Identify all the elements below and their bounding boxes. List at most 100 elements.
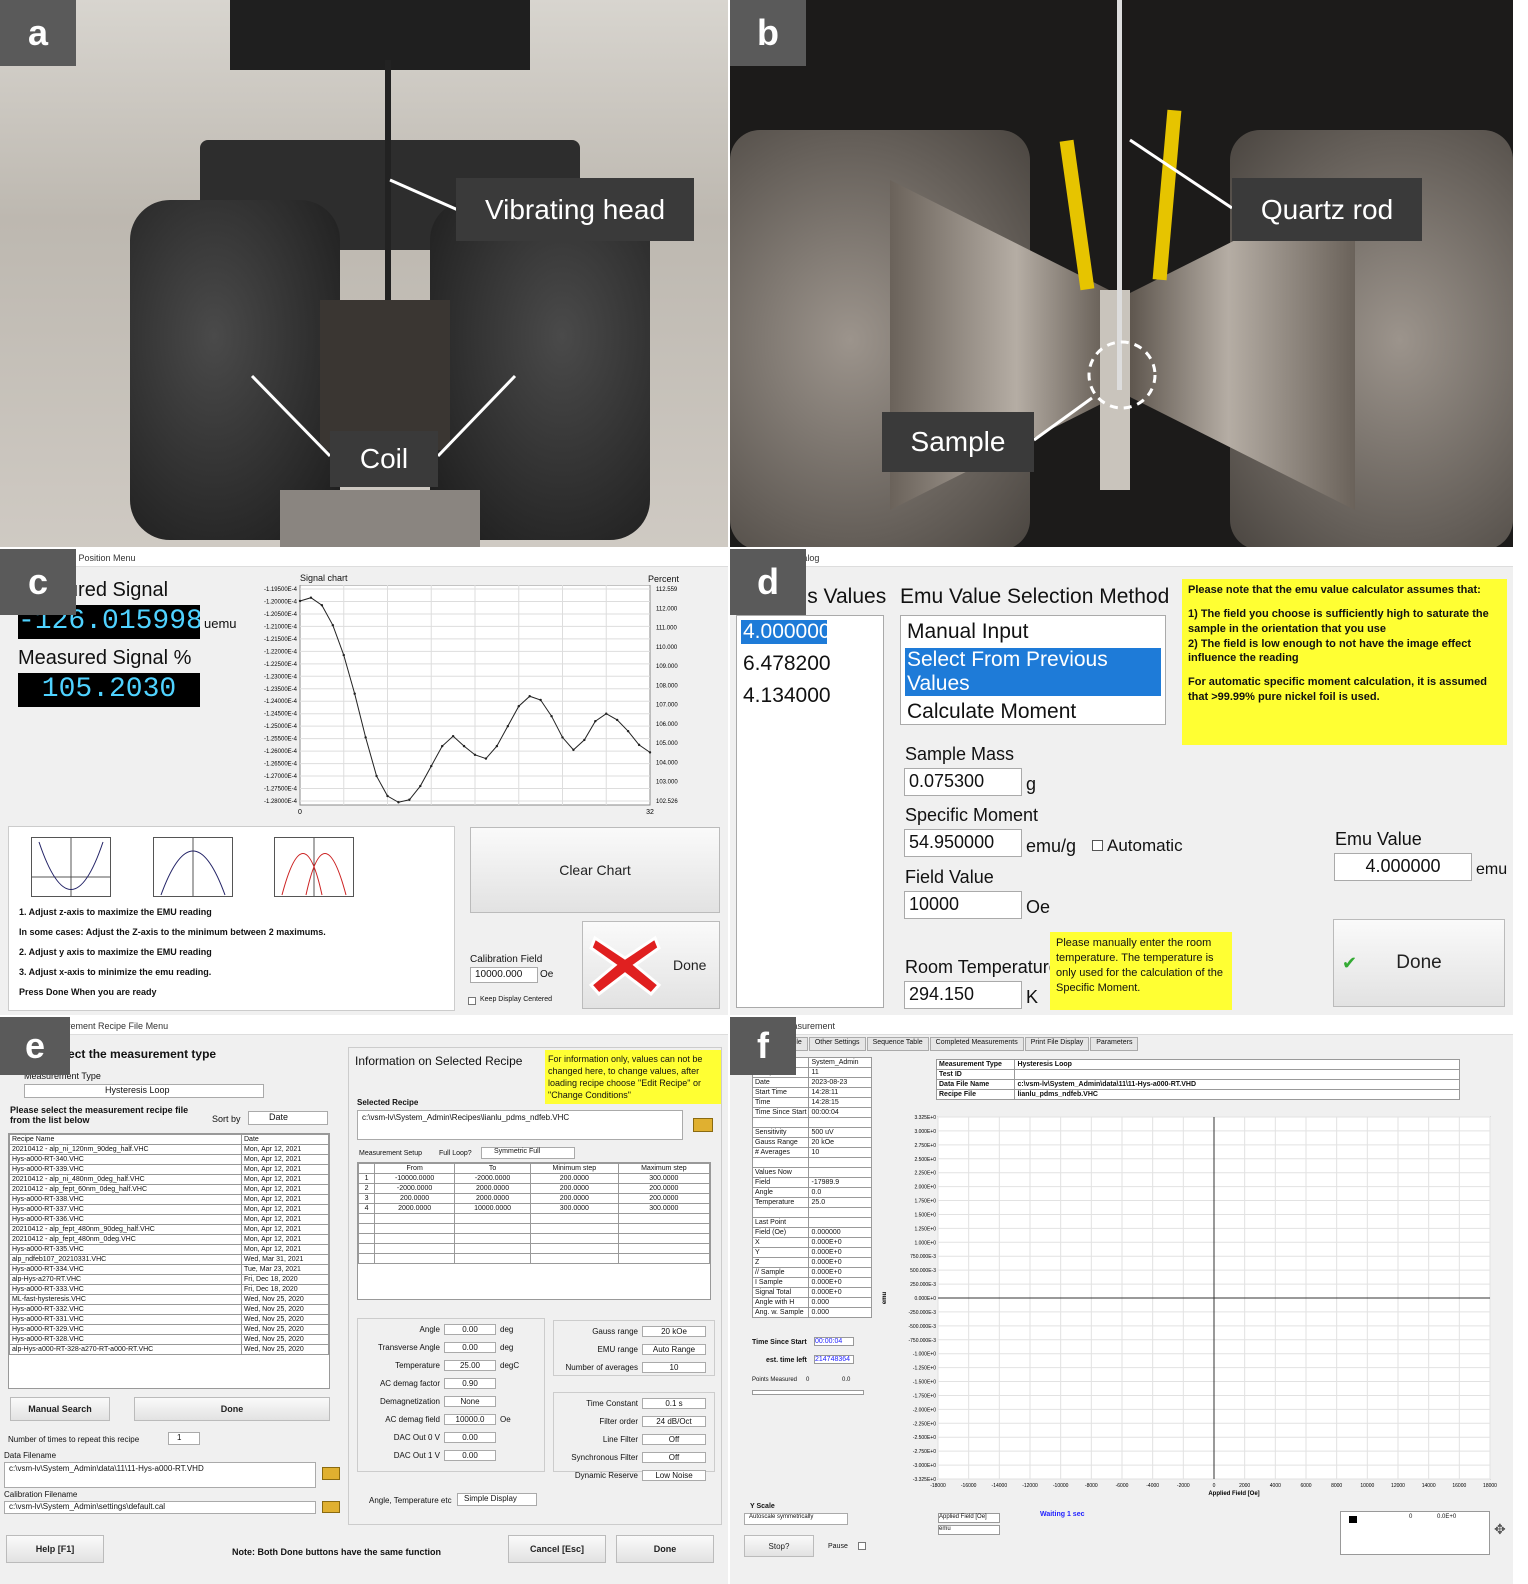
- folder-icon[interactable]: [322, 1467, 340, 1480]
- header-value: c:\vsm-lv\System_Admin\data\11\11-Hys-a0…: [1014, 1079, 1460, 1090]
- param-value: 0.00: [444, 1323, 496, 1335]
- tab-completed-measurements[interactable]: Completed Measurements: [929, 1037, 1024, 1051]
- table-row[interactable]: 20210412 - alp_fept_480nm_90deg_half.VHC…: [9, 1224, 329, 1235]
- left-tick-label: -1.23500E-4: [264, 687, 298, 693]
- method-select-previous[interactable]: Select From Previous Values: [905, 648, 1161, 696]
- emu-value-input[interactable]: 4.000000: [1334, 853, 1472, 881]
- field-value-input[interactable]: 10000: [904, 891, 1022, 919]
- done-button-label: Done: [673, 957, 707, 973]
- done-button[interactable]: ✔ Done: [1333, 919, 1505, 1007]
- data-filename-input[interactable]: c:\vsm-lv\System_Admin\data\11\11-Hys-a0…: [4, 1462, 316, 1488]
- field-value-unit: Oe: [1026, 897, 1051, 917]
- table-row[interactable]: 20210412 - alp_fept_60nm_0deg_half.VHC Mo…: [9, 1184, 329, 1195]
- segment-cell: -2000.0000: [374, 1183, 456, 1194]
- table-row[interactable]: Hys-a000-RT-334.VHC Tue, Mar 23, 2021: [9, 1264, 329, 1275]
- recipe-date: Wed, Nov 25, 2020: [241, 1314, 329, 1325]
- param-label: Number of averages: [565, 1362, 638, 1372]
- tab-sequence-table[interactable]: Sequence Table: [866, 1037, 929, 1051]
- info-note: For information only, values can not be …: [545, 1050, 721, 1104]
- table-row[interactable]: Hys-a000-RT-340.VHC Mon, Apr 12, 2021: [9, 1154, 329, 1165]
- table-row[interactable]: 20210412 - alp_ni_120nm_90deg_half.VHC Mo…: [9, 1144, 329, 1155]
- help-button[interactable]: Help [F1]: [6, 1535, 104, 1563]
- table-row[interactable]: ML-fast-hysteresis.VHC Wed, Nov 25, 2020: [9, 1294, 329, 1305]
- table-row[interactable]: Hys-a000-RT-336.VHC Mon, Apr 12, 2021: [9, 1214, 329, 1225]
- stop-button[interactable]: Stop?: [744, 1535, 814, 1557]
- previous-values-list[interactable]: 4.000000 6.478200 4.134000: [736, 615, 884, 1008]
- parabola-up-icon: [31, 837, 111, 897]
- calibration-field-input[interactable]: 10000.000: [470, 967, 538, 983]
- table-row[interactable]: Hys-a000-RT-333.VHC Fri, Dec 18, 2020: [9, 1284, 329, 1295]
- legend-y: emu: [938, 1525, 1000, 1535]
- selected-recipe-input[interactable]: c:\vsm-lv\System_Admin\Recipes\lianlu_pd…: [357, 1110, 683, 1140]
- table-row[interactable]: Hys-a000-RT-331.VHC Wed, Nov 25, 2020: [9, 1314, 329, 1325]
- table-row[interactable]: 20210412 - alp_ni_480nm_0deg_half.VHC Mon…: [9, 1174, 329, 1185]
- segment-cell: [357, 1213, 376, 1224]
- table-row[interactable]: Hys-a000-RT-337.VHC Mon, Apr 12, 2021: [9, 1204, 329, 1215]
- table-row[interactable]: Hys-a000-RT-328.VHC Wed, Nov 25, 2020: [9, 1334, 329, 1345]
- segment-cell: 200.0000: [617, 1183, 711, 1194]
- table-row[interactable]: Hys-a000-RT-332.VHC Wed, Nov 25, 2020: [9, 1304, 329, 1315]
- table-row[interactable]: Hys-a000-RT-335.VHC Mon, Apr 12, 2021: [9, 1244, 329, 1255]
- info-value: 0.0: [808, 1187, 872, 1198]
- calibration-filename-input[interactable]: c:\vsm-lv\System_Admin\settings\default.…: [4, 1501, 316, 1514]
- window-title: Emu Value Dialog: [730, 549, 1513, 567]
- header-value: [1014, 1069, 1460, 1080]
- info-value: 10: [808, 1147, 872, 1158]
- previous-value-item[interactable]: 4.134000: [741, 684, 879, 708]
- table-row[interactable]: alp-Hys-a270-RT.VHC Fri, Dec 18, 2020: [9, 1274, 329, 1285]
- header-value: Hysteresis Loop: [1014, 1059, 1460, 1070]
- folder-icon[interactable]: [322, 1501, 340, 1513]
- specific-moment-input[interactable]: 54.950000: [904, 829, 1022, 857]
- table-row: X 0.000E+0: [751, 1237, 872, 1248]
- recipe-table[interactable]: Recipe Name Date 20210412 - alp_ni_120nm_…: [8, 1133, 330, 1389]
- table-row[interactable]: alp_ndfeb107_20210331.VHC Wed, Mar 31, 20…: [9, 1254, 329, 1265]
- info-value: 0.000E+0: [808, 1237, 872, 1248]
- method-calculate-moment[interactable]: Calculate Moment: [905, 700, 1161, 724]
- automatic-checkbox[interactable]: [1092, 840, 1103, 851]
- keep-centered-checkbox[interactable]: [468, 997, 476, 1005]
- angle-temp-select[interactable]: Simple Display: [457, 1493, 537, 1506]
- time-since-value: 00:00:04: [814, 1337, 854, 1346]
- recipe-name: Hys-a000-RT-336.VHC: [9, 1214, 242, 1225]
- repeat-input[interactable]: 1: [168, 1432, 200, 1445]
- param-value: 0.1 s: [642, 1397, 706, 1409]
- pause-checkbox[interactable]: [858, 1542, 866, 1550]
- previous-value-item[interactable]: 4.000000: [741, 620, 831, 644]
- done-right-button[interactable]: Done: [616, 1535, 714, 1563]
- folder-icon[interactable]: [693, 1118, 713, 1132]
- room-temperature-input[interactable]: 294.150: [904, 981, 1022, 1009]
- recipe-date: Fri, Dec 18, 2020: [241, 1284, 329, 1295]
- selection-method-list[interactable]: Manual Input Select From Previous Values…: [900, 615, 1166, 725]
- sort-by-select[interactable]: Date: [248, 1111, 328, 1125]
- param-value: Off: [642, 1433, 706, 1445]
- table-row[interactable]: Hys-a000-RT-329.VHC Wed, Nov 25, 2020: [9, 1324, 329, 1335]
- y-scale-select[interactable]: Autoscale symmetrically: [744, 1513, 848, 1525]
- table-row[interactable]: Hys-a000-RT-338.VHC Mon, Apr 12, 2021: [9, 1194, 329, 1205]
- segment-cell: [374, 1223, 456, 1234]
- done-button[interactable]: Done: [582, 921, 720, 1009]
- table-row[interactable]: Hys-a000-RT-339.VHC Mon, Apr 12, 2021: [9, 1164, 329, 1175]
- recipe-date: Mon, Apr 12, 2021: [241, 1234, 329, 1245]
- full-loop-select[interactable]: Symmetric Full: [481, 1147, 575, 1159]
- method-manual-input[interactable]: Manual Input: [905, 620, 1161, 644]
- previous-value-item[interactable]: 6.478200: [741, 652, 879, 676]
- left-tick-label: -1.24500E-4: [264, 712, 298, 718]
- table-row: Angle 0.0: [751, 1187, 872, 1198]
- done-left-button[interactable]: Done: [134, 1397, 330, 1421]
- x-tick-label: 4000: [1270, 1483, 1281, 1489]
- instruction-done: Press Done When you are ready: [19, 987, 157, 997]
- cancel-button[interactable]: Cancel [Esc]: [508, 1535, 606, 1563]
- clear-chart-button[interactable]: Clear Chart: [470, 827, 720, 913]
- manual-search-button[interactable]: Manual Search: [10, 1397, 110, 1421]
- table-row[interactable]: alp-Hys-a000-RT-328-a270-RT-a000-RT.VHC W…: [9, 1344, 329, 1355]
- tab-other-settings[interactable]: Other Settings: [808, 1037, 866, 1051]
- sample-mass-input[interactable]: 0.075300: [904, 768, 1022, 796]
- param-row: Filter order 24 dB/Oct: [554, 1413, 714, 1429]
- move-icon[interactable]: ✥: [1494, 1521, 1506, 1538]
- tab-parameters[interactable]: Parameters: [1090, 1037, 1139, 1051]
- y-tick-label: -1.750E+0: [913, 1393, 936, 1399]
- tab-print-file-display[interactable]: Print File Display: [1024, 1037, 1090, 1051]
- info-value: 11: [808, 1067, 872, 1078]
- table-row[interactable]: 20210412 - alp_fept_480nm_0deg.VHC Mon, A…: [9, 1234, 329, 1245]
- measurement-type-select[interactable]: Hysteresis Loop: [24, 1084, 264, 1098]
